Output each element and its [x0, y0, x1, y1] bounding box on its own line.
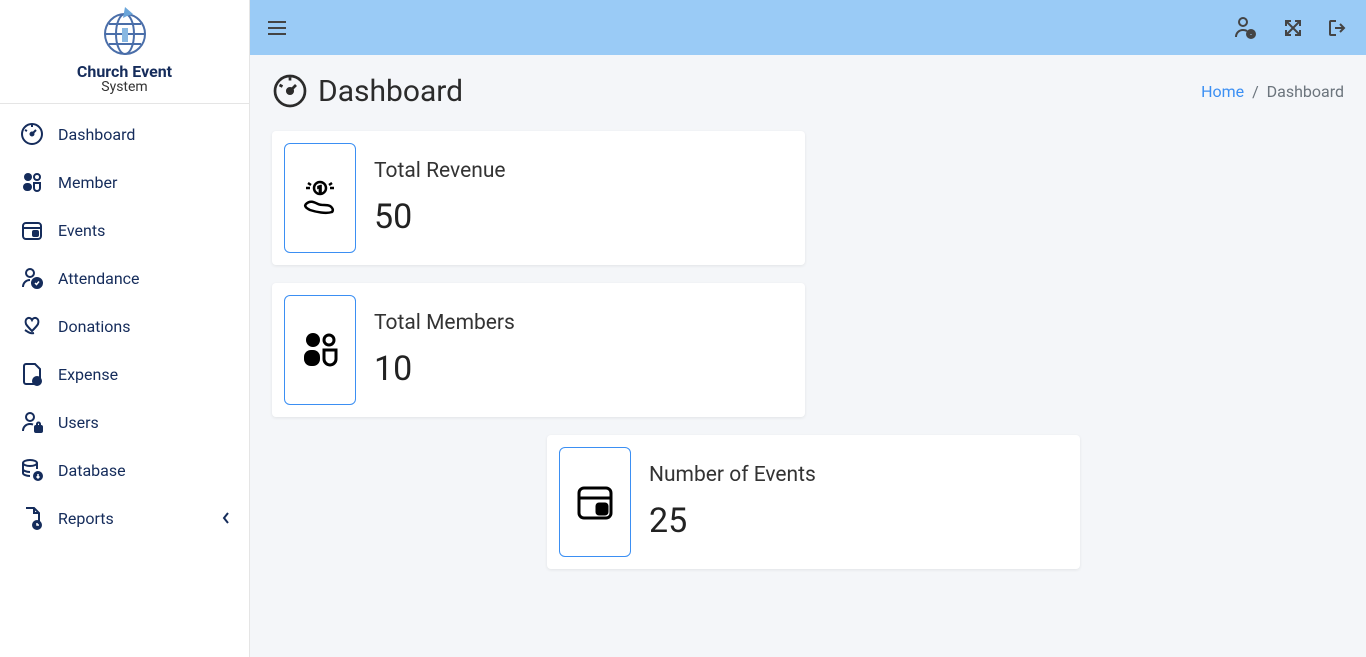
- sidebar: Church Event System Dashboard Member Eve…: [0, 0, 250, 657]
- gauge-icon: [18, 123, 46, 145]
- sidebar-item-donations[interactable]: Donations: [0, 302, 249, 350]
- breadcrumb: Home / Dashboard: [1201, 82, 1344, 101]
- sidebar-item-label: Expense: [58, 365, 118, 384]
- database-download-icon: [18, 459, 46, 481]
- main-area: Dashboard Home / Dashboard 1 Total Reven…: [250, 0, 1366, 657]
- members-icon: [284, 295, 356, 405]
- card-total-members: Total Members 10: [272, 283, 805, 417]
- user-check-icon: [18, 267, 46, 289]
- profile-button[interactable]: [1232, 15, 1258, 41]
- card-value: 50: [374, 197, 506, 237]
- sidebar-item-label: Member: [58, 173, 117, 192]
- brand-subtitle: System: [10, 79, 239, 95]
- sidebar-item-expense[interactable]: $ Expense: [0, 350, 249, 398]
- sidebar-item-label: Dashboard: [58, 125, 135, 144]
- content: Dashboard Home / Dashboard 1 Total Reven…: [250, 55, 1366, 587]
- events-icon: [559, 447, 631, 557]
- card-value: 25: [649, 501, 816, 541]
- file-clock-icon: [18, 507, 46, 529]
- file-dollar-icon: $: [18, 363, 46, 385]
- gauge-icon: [272, 73, 308, 109]
- card-number-of-events: Number of Events 25: [547, 435, 1080, 569]
- sidebar-item-label: Database: [58, 461, 126, 480]
- sidebar-item-events[interactable]: Events: [0, 206, 249, 254]
- topbar: [250, 0, 1366, 55]
- chevron-left-icon: [221, 511, 231, 525]
- sidebar-item-member[interactable]: Member: [0, 158, 249, 206]
- breadcrumb-current: Dashboard: [1267, 82, 1344, 101]
- sidebar-item-label: Reports: [58, 509, 114, 528]
- card-value: 10: [374, 349, 515, 389]
- page-header: Dashboard Home / Dashboard: [272, 73, 1344, 109]
- breadcrumb-separator: /: [1248, 82, 1267, 101]
- brand-area: Church Event System: [0, 0, 249, 104]
- card-label: Total Members: [374, 311, 515, 335]
- heart-hand-icon: [18, 315, 46, 337]
- card-label: Number of Events: [649, 463, 816, 487]
- sidebar-item-dashboard[interactable]: Dashboard: [0, 110, 249, 158]
- members-icon: [18, 171, 46, 193]
- user-lock-icon: [18, 411, 46, 433]
- card-total-revenue: 1 Total Revenue 50: [272, 131, 805, 265]
- sidebar-item-label: Attendance: [58, 269, 140, 288]
- svg-text:1: 1: [318, 185, 323, 194]
- fullscreen-button[interactable]: [1284, 19, 1302, 37]
- sidebar-item-attendance[interactable]: Attendance: [0, 254, 249, 302]
- sidebar-item-database[interactable]: Database: [0, 446, 249, 494]
- revenue-icon: 1: [284, 143, 356, 253]
- menu-toggle-button[interactable]: [268, 21, 286, 35]
- sidebar-item-label: Users: [58, 413, 99, 432]
- sidebar-item-users[interactable]: Users: [0, 398, 249, 446]
- sidebar-item-label: Events: [58, 221, 105, 240]
- calendar-icon: [18, 219, 46, 241]
- card-label: Total Revenue: [374, 159, 506, 183]
- sidebar-nav: Dashboard Member Events Attendance Donat…: [0, 104, 249, 542]
- breadcrumb-home-link[interactable]: Home: [1201, 82, 1244, 101]
- sidebar-item-reports[interactable]: Reports: [0, 494, 249, 542]
- sidebar-item-label: Donations: [58, 317, 131, 336]
- page-title: Dashboard: [318, 74, 463, 109]
- logout-button[interactable]: [1328, 19, 1348, 37]
- dashboard-cards: 1 Total Revenue 50 Total Members 10: [272, 131, 1344, 569]
- brand-logo-icon: [97, 4, 153, 60]
